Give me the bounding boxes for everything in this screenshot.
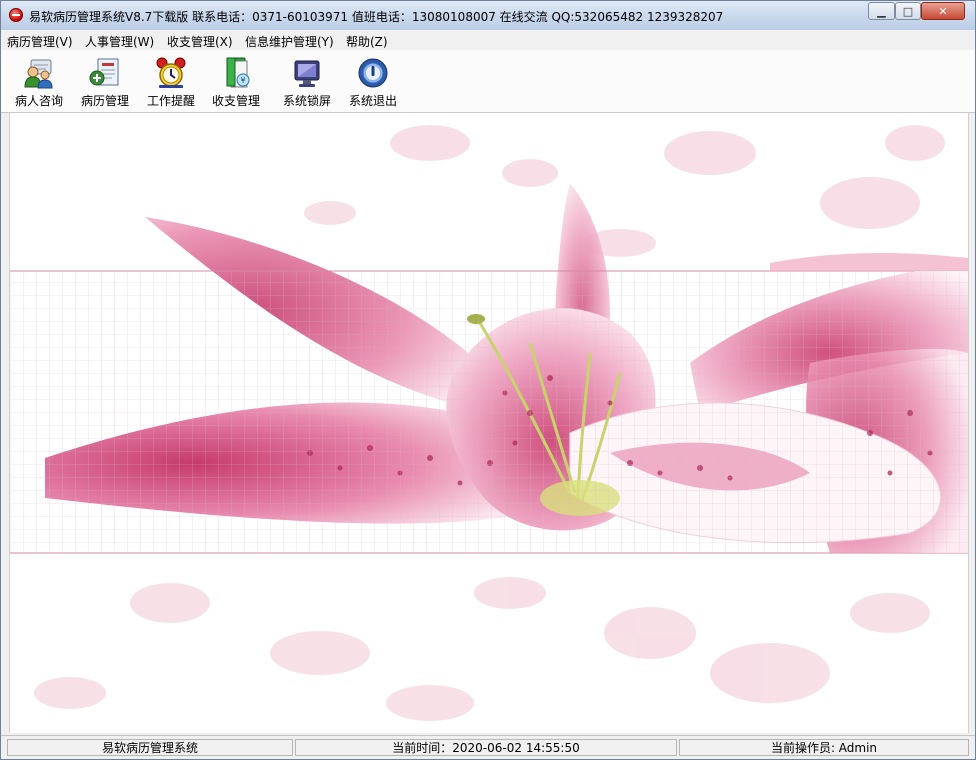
toolbar-label: 收支管理 — [211, 94, 260, 108]
medical-record-icon — [88, 56, 122, 90]
main-content-area — [9, 113, 969, 733]
app-logo-icon — [9, 8, 23, 22]
toolbar-button-medical-records[interactable]: 病历管理 — [74, 56, 136, 109]
toolbar-button-lock-screen[interactable]: 系统锁屏 — [274, 56, 340, 109]
toolbar-label: 病人咨询 — [14, 94, 63, 108]
close-icon: ✕ — [938, 4, 948, 18]
finance-folder-icon: ¥ — [219, 56, 253, 90]
menu-item-help[interactable]: 帮助(Z) — [346, 33, 388, 50]
status-system-name: 易软病历管理系统 — [7, 739, 293, 756]
monitor-icon — [290, 56, 324, 90]
toolbar-label: 系统锁屏 — [282, 94, 331, 108]
users-icon — [22, 56, 56, 90]
power-icon — [356, 56, 390, 90]
toolbar: 病人咨询 病历管理 工作提醒 ¥ 收支管理 系统锁屏 系统退出 — [1, 50, 975, 113]
window-title: 易软病历管理系统V8.7下载版 联系电话：0371-60103971 值班电话：… — [29, 10, 724, 24]
toolbar-label: 工作提醒 — [146, 94, 195, 108]
menu-item-personnel[interactable]: 人事管理(W) — [85, 33, 154, 50]
status-bar: 易软病历管理系统 当前时间：2020-06-02 14:55:50 当前操作员:… — [1, 735, 975, 759]
status-current-time: 当前时间：2020-06-02 14:55:50 — [295, 739, 677, 756]
toolbar-label: 系统退出 — [348, 94, 397, 108]
lily-background-image — [10, 125, 968, 721]
toolbar-label: 病历管理 — [80, 94, 129, 108]
toolbar-button-exit[interactable]: 系统退出 — [340, 56, 406, 109]
maximize-icon: □ — [902, 4, 914, 18]
menu-item-finance[interactable]: 收支管理(X) — [167, 33, 233, 50]
toolbar-button-patient-consult[interactable]: 病人咨询 — [8, 56, 70, 109]
svg-text:¥: ¥ — [240, 76, 245, 85]
status-operator: 当前操作员: Admin — [679, 739, 969, 756]
menu-bar: 病历管理(V) 人事管理(W) 收支管理(X) 信息维护管理(Y) 帮助(Z) — [1, 30, 975, 50]
minimize-button[interactable]: ▁ — [868, 2, 895, 20]
maximize-button[interactable]: □ — [895, 2, 921, 20]
title-bar[interactable]: 易软病历管理系统V8.7下载版 联系电话：0371-60103971 值班电话：… — [1, 1, 975, 30]
menu-item-info-maintenance[interactable]: 信息维护管理(Y) — [245, 33, 334, 50]
app-window: 易软病历管理系统V8.7下载版 联系电话：0371-60103971 值班电话：… — [0, 0, 976, 760]
menu-item-medical-records[interactable]: 病历管理(V) — [7, 33, 73, 50]
toolbar-button-finance[interactable]: ¥ 收支管理 — [205, 56, 267, 109]
toolbar-button-work-reminder[interactable]: 工作提醒 — [140, 56, 202, 109]
minimize-icon: ▁ — [877, 4, 886, 18]
alarm-clock-icon — [154, 56, 188, 90]
close-button[interactable]: ✕ — [921, 2, 965, 20]
